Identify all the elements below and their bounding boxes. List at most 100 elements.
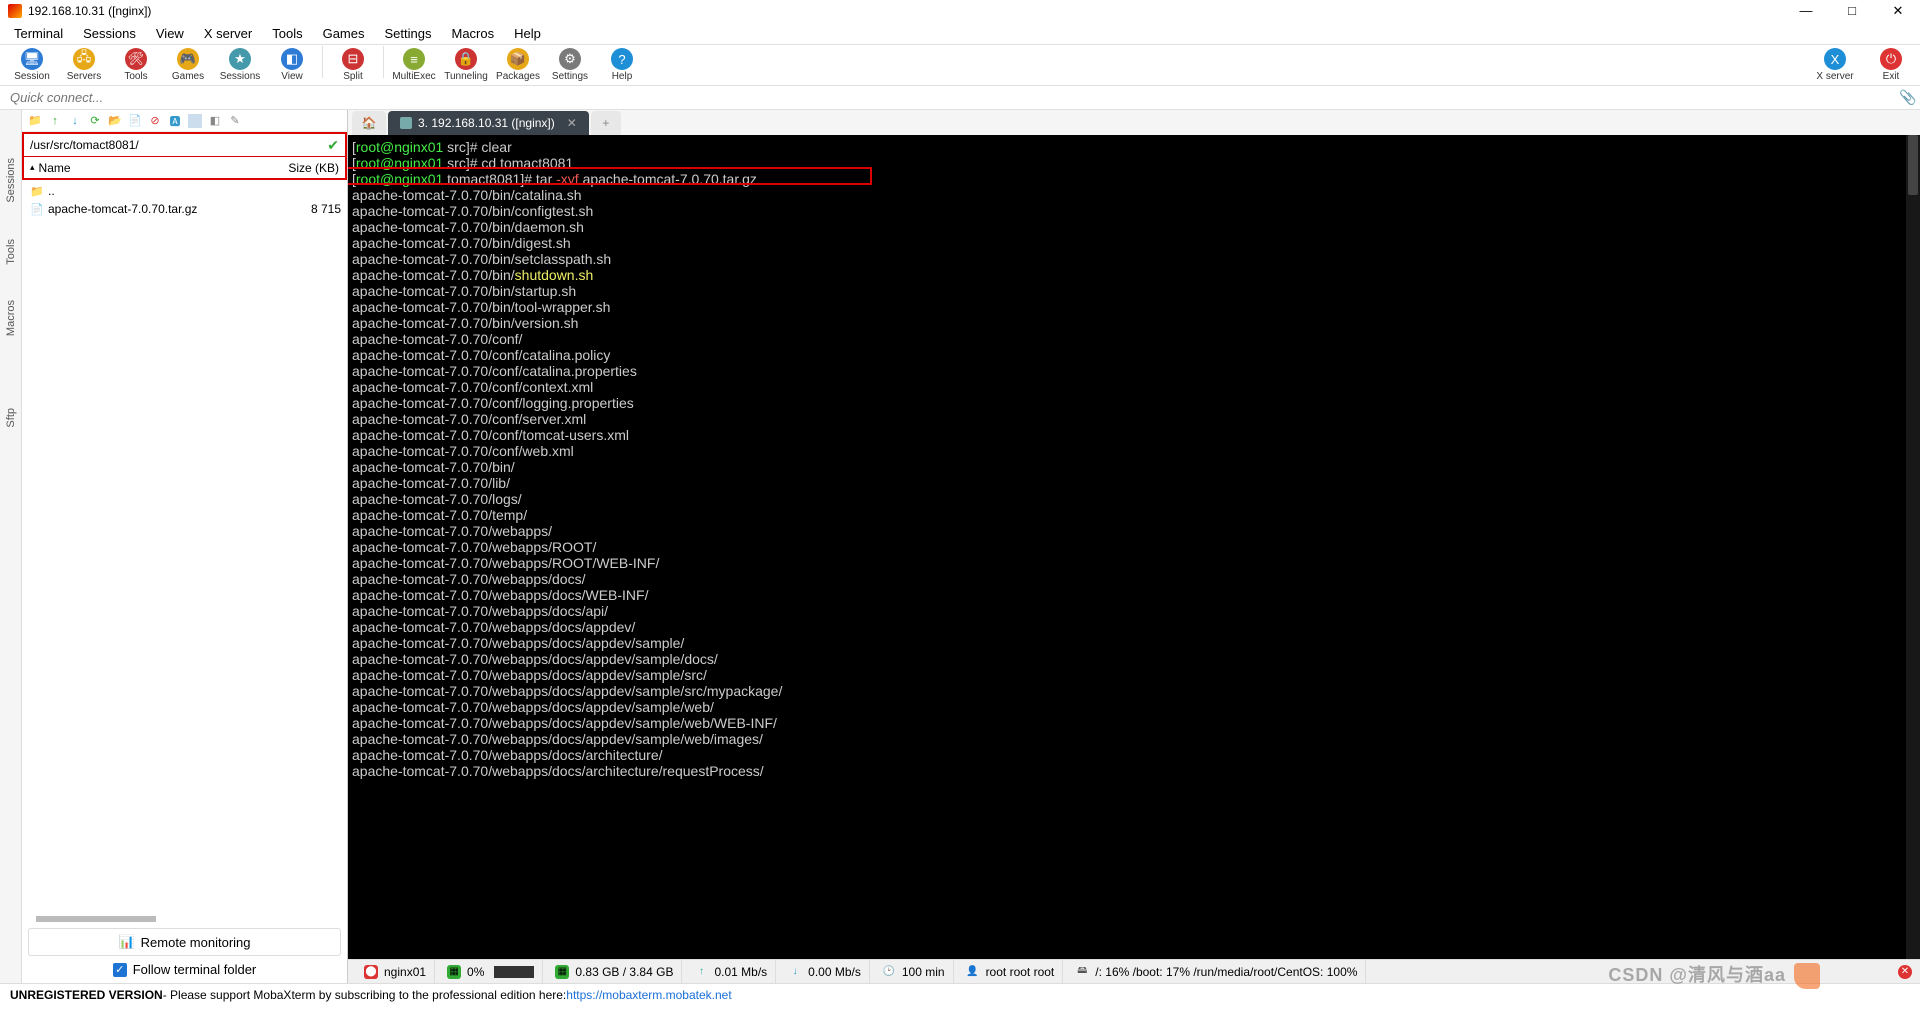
status-user: 👤root root root (958, 960, 1064, 983)
footer: UNREGISTERED VERSION - Please support Mo… (0, 983, 1920, 1005)
side-tab-macros[interactable]: Macros (3, 296, 19, 340)
side-tab-sftp[interactable]: Sftp (3, 404, 19, 432)
terminal-scrollbar[interactable] (1906, 135, 1920, 959)
toolbar-label: X server (1816, 71, 1853, 82)
toolbar-multiexec[interactable]: ≡MultiExec (388, 46, 440, 84)
toolbar-servers[interactable]: 🖧Servers (58, 46, 110, 84)
menubar: TerminalSessionsViewX serverToolsGamesSe… (0, 22, 1920, 44)
toolbar-settings[interactable]: ⚙Settings (544, 46, 596, 84)
session-icon: 🖥 (21, 48, 43, 70)
session-tab[interactable]: 3. 192.168.10.31 ([nginx]) ✕ (388, 111, 589, 135)
terminal[interactable]: [root@nginx01 src]# clear[root@nginx01 s… (348, 135, 1920, 959)
toolbar-label: Tools (124, 71, 147, 82)
toolbar-label: Tunneling (444, 71, 488, 82)
toolbar-x server[interactable]: XX server (1812, 46, 1858, 84)
filter-icon[interactable] (188, 114, 202, 128)
status-close-icon[interactable]: ✕ (1898, 965, 1912, 979)
window-title: 192.168.10.31 ([nginx]) (28, 4, 151, 18)
sftp-list: 📁..📄apache-tomcat-7.0.70.tar.gz8 715 (22, 180, 347, 916)
toolbar-session[interactable]: 🖥Session (6, 46, 58, 84)
toolbar-tunneling[interactable]: 🔒Tunneling (440, 46, 492, 84)
terminal-area: 🏠 3. 192.168.10.31 ([nginx]) ✕ + [root@n… (348, 110, 1920, 983)
home-tab[interactable]: 🏠 (352, 111, 386, 135)
menu-terminal[interactable]: Terminal (4, 24, 73, 43)
menu-games[interactable]: Games (313, 24, 375, 43)
close-button[interactable]: ✕ (1884, 3, 1912, 19)
toolbar-view[interactable]: ◧View (266, 46, 318, 84)
disk-icon: 🖴 (1075, 965, 1089, 979)
sftp-row[interactable]: 📄apache-tomcat-7.0.70.tar.gz8 715 (28, 200, 341, 218)
new-file-icon[interactable]: 📄 (128, 114, 142, 128)
games-icon: 🎮 (177, 48, 199, 70)
upload-icon[interactable]: ↑ (48, 114, 62, 128)
new-tab-button[interactable]: + (591, 111, 621, 135)
home-icon: 🏠 (362, 116, 377, 130)
menu-sessions[interactable]: Sessions (73, 24, 146, 43)
tabbar: 🏠 3. 192.168.10.31 ([nginx]) ✕ + (348, 110, 1920, 135)
follow-terminal-label: Follow terminal folder (133, 962, 257, 977)
toolbar-tools[interactable]: 🛠Tools (110, 46, 162, 84)
tab-close-icon[interactable]: ✕ (567, 116, 577, 130)
toolbar-label: Servers (67, 71, 101, 82)
refresh-icon[interactable]: ⟳ (88, 114, 102, 128)
split-icon: ⊟ (342, 48, 364, 70)
cpu-icon: ▦ (447, 965, 461, 979)
tunneling-icon: 🔒 (455, 48, 477, 70)
footer-link[interactable]: https://mobaxterm.mobatek.net (566, 988, 731, 1002)
sftp-tab-icon[interactable] (9, 368, 13, 376)
hidden-icon[interactable]: ◧ (208, 114, 222, 128)
menu-tools[interactable]: Tools (262, 24, 312, 43)
toolbar-games[interactable]: 🎮Games (162, 46, 214, 84)
paperclip-icon[interactable]: 📎 (1896, 89, 1920, 106)
minimize-button[interactable]: — (1792, 3, 1820, 19)
folder-icon[interactable]: 📁 (28, 114, 42, 128)
menu-help[interactable]: Help (504, 24, 551, 43)
col-size[interactable]: Size (KB) (259, 161, 339, 175)
file-icon: 📄 (28, 203, 46, 216)
menu-macros[interactable]: Macros (441, 24, 504, 43)
file-size: 8 715 (261, 202, 341, 216)
session-tab-label: 3. 192.168.10.31 ([nginx]) (418, 116, 555, 130)
side-tab-tools[interactable]: Tools (3, 235, 19, 269)
sessions-tab-icon[interactable] (9, 118, 13, 126)
maximize-button[interactable]: □ (1838, 3, 1866, 19)
left-tabstrip: Sessions Tools Macros Sftp (0, 110, 22, 983)
toolbar-packages[interactable]: 📦Packages (492, 46, 544, 84)
sftp-path-input[interactable] (30, 138, 323, 152)
toolbar-sessions[interactable]: ★Sessions (214, 46, 266, 84)
sessions-icon: ★ (229, 48, 251, 70)
side-tab-sessions[interactable]: Sessions (3, 154, 19, 207)
follow-terminal-checkbox[interactable]: ✓ Follow terminal folder (28, 962, 341, 977)
sftp-row[interactable]: 📁.. (28, 182, 341, 200)
quick-connect-input[interactable] (0, 86, 1896, 109)
col-name[interactable]: ▴Name (30, 161, 259, 175)
props-icon[interactable]: 🅰 (168, 114, 182, 128)
clock-icon: 🕑 (882, 965, 896, 979)
download-icon[interactable]: ↓ (68, 114, 82, 128)
menu-x-server[interactable]: X server (194, 24, 262, 43)
new-folder-icon[interactable]: 📂 (108, 114, 122, 128)
edit-icon[interactable]: ✎ (228, 114, 242, 128)
packages-icon: 📦 (507, 48, 529, 70)
sftp-toolbar: 📁 ↑ ↓ ⟳ 📂 📄 ⊘ 🅰 ◧ ✎ (22, 110, 347, 132)
toolbar-help[interactable]: ?Help (596, 46, 648, 84)
sftp-header: ▴Name Size (KB) (22, 156, 347, 180)
settings-icon: ⚙ (559, 48, 581, 70)
footer-bold: UNREGISTERED VERSION (10, 988, 163, 1002)
flame-icon: ⬤ (364, 965, 378, 979)
x server-icon: X (1824, 48, 1846, 70)
remote-monitoring-button[interactable]: 📊 Remote monitoring (28, 928, 341, 956)
toolbar-label: Help (612, 71, 633, 82)
menu-settings[interactable]: Settings (375, 24, 442, 43)
toolbar-exit[interactable]: ⏻Exit (1868, 46, 1914, 84)
status-uptime: 🕑100 min (874, 960, 954, 983)
check-icon: ✔ (327, 137, 339, 154)
menu-view[interactable]: View (146, 24, 194, 43)
toolbar-label: Session (14, 71, 50, 82)
delete-icon[interactable]: ⊘ (148, 114, 162, 128)
toolbar-label: Packages (496, 71, 540, 82)
file-name: apache-tomcat-7.0.70.tar.gz (46, 202, 261, 216)
toolbar-split[interactable]: ⊟Split (327, 46, 379, 84)
remote-monitoring-label: Remote monitoring (141, 935, 251, 950)
toolbar-label: MultiExec (392, 71, 435, 82)
